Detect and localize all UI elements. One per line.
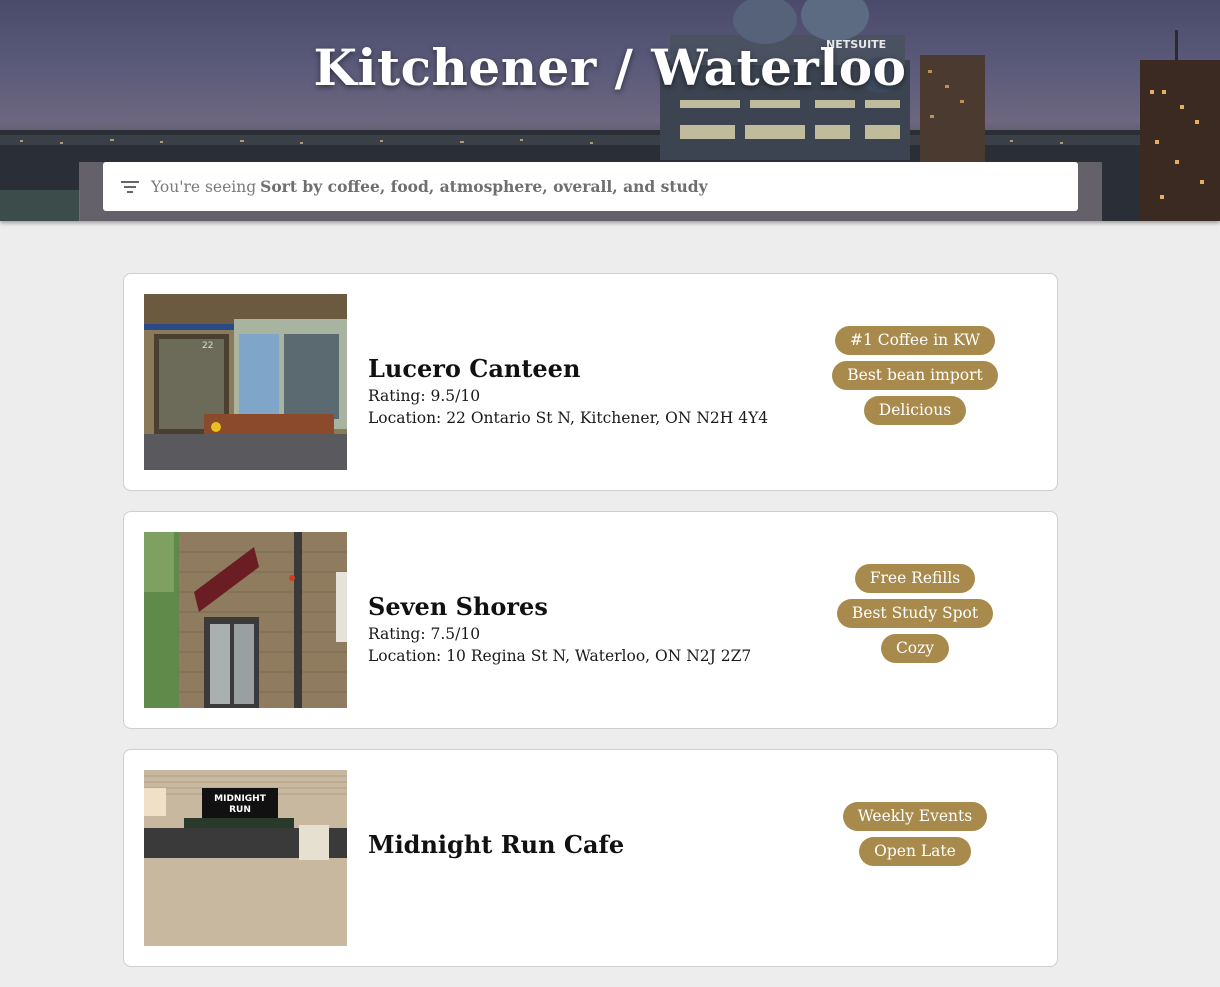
cafe-info: Lucero Canteen Rating: 9.5/10 Location: … xyxy=(368,354,768,429)
page-title: Kitchener / Waterloo xyxy=(313,38,907,97)
cafe-photo: MIDNIGHT RUN xyxy=(144,770,347,946)
cafe-location: Location: 10 Regina St N, Waterloo, ON N… xyxy=(368,647,752,665)
cafe-tag: Delicious xyxy=(863,396,967,425)
search-container: You're seeing Sort by coffee, food, atmo… xyxy=(79,162,1102,221)
cafe-location: Location: 22 Ontario St N, Kitchener, ON… xyxy=(368,409,769,427)
svg-text:RUN: RUN xyxy=(229,805,251,815)
cafe-photo: 22 xyxy=(144,294,347,470)
cafe-rating: Rating: 9.5/10 xyxy=(368,387,481,405)
cafe-tags: #1 Coffee in KW Best bean import Delicio… xyxy=(824,326,1006,431)
cafe-tag: Free Refills xyxy=(854,564,976,593)
cafe-card[interactable]: Seven Shores Rating: 7.5/10 Location: 10… xyxy=(123,511,1058,729)
sort-filter-bar[interactable]: You're seeing Sort by coffee, food, atmo… xyxy=(103,162,1078,211)
cafe-tag: Weekly Events xyxy=(842,802,988,831)
cafe-tag: #1 Coffee in KW xyxy=(834,326,996,355)
cafe-tag: Cozy xyxy=(880,634,950,663)
cafe-info: Seven Shores Rating: 7.5/10 Location: 10… xyxy=(368,592,751,667)
cafe-tag: Best Study Spot xyxy=(836,599,994,628)
photo-sign-text: MIDNIGHT xyxy=(214,794,267,804)
hero-banner: NETSUITE Kitchener / Waterloo You're see… xyxy=(0,0,1220,221)
cafe-tags: Free Refills Best Study Spot Cozy xyxy=(824,564,1006,669)
filter-icon[interactable] xyxy=(121,180,139,194)
cafe-photo xyxy=(144,532,347,708)
cafe-name[interactable]: Midnight Run Cafe xyxy=(368,830,624,859)
cafe-name[interactable]: Seven Shores xyxy=(368,592,751,621)
cafe-list: 22 Lucero Canteen Rating: 9.5/10 Locatio… xyxy=(123,273,1058,987)
cafe-name[interactable]: Lucero Canteen xyxy=(368,354,768,383)
sort-prefix-text: You're seeing xyxy=(151,177,257,196)
cafe-card[interactable]: 22 Lucero Canteen Rating: 9.5/10 Locatio… xyxy=(123,273,1058,491)
cafe-info: Midnight Run Cafe xyxy=(368,830,624,861)
cafe-tags: Weekly Events Open Late xyxy=(824,802,1006,872)
photo-address-number: 22 xyxy=(202,341,213,351)
cafe-card[interactable]: MIDNIGHT RUN Midnight Run Cafe Weekly Ev… xyxy=(123,749,1058,967)
cafe-tag: Best bean import xyxy=(832,361,998,390)
sort-value-text: Sort by coffee, food, atmosphere, overal… xyxy=(260,177,708,196)
cafe-rating: Rating: 7.5/10 xyxy=(368,625,481,643)
